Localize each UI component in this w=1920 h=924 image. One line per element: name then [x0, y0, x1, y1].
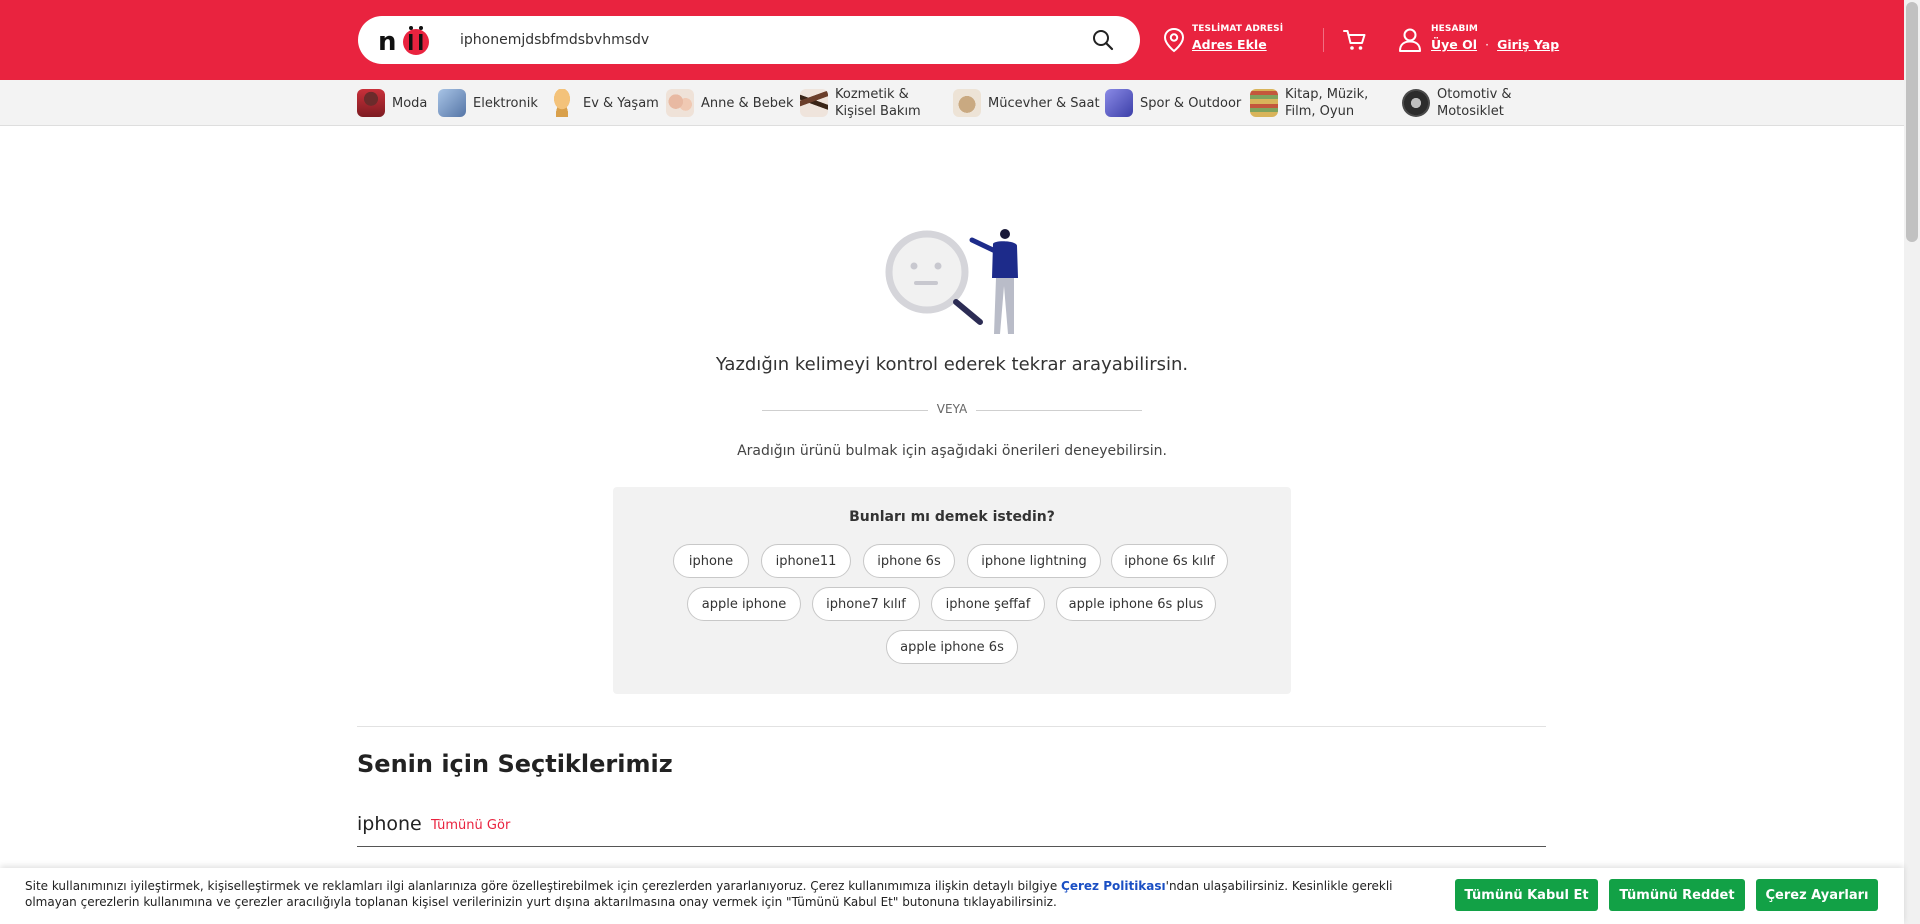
add-address-link[interactable]: Adres Ekle	[1192, 37, 1267, 52]
category-label: Ev & Yaşam	[583, 95, 659, 111]
category-label: Elektronik	[473, 95, 538, 111]
account-separator: ·	[1485, 38, 1489, 52]
category-label: Anne & Bebek	[701, 95, 794, 111]
page: n TESLİMAT ADRESİ Adres Ekle	[0, 0, 1920, 924]
cookie-text-before: Site kullanımınızı iyileştirmek, kişisel…	[25, 879, 1062, 893]
category-nav: Moda Elektronik Ev & Yaşam Anne & Bebek …	[0, 80, 1904, 126]
picks-title: Senin için Seçtiklerimiz	[357, 750, 673, 778]
category-label: Kozmetik & Kişisel Bakım	[835, 87, 921, 119]
svg-text:n: n	[378, 27, 397, 57]
category-anne-bebek[interactable]: Anne & Bebek	[666, 86, 793, 120]
suggestion-chip[interactable]: iphone 6s kılıf	[1111, 544, 1228, 578]
home-lamp-icon	[548, 89, 576, 117]
fashion-icon	[357, 89, 385, 117]
cart-icon[interactable]	[1343, 28, 1367, 52]
suggestion-hint: Aradığın ürünü bulmak için aşağıdaki öne…	[737, 443, 1167, 459]
cookie-banner: Site kullanımınızı iyileştirmek, kişisel…	[0, 868, 1904, 924]
delivery-text: TESLİMAT ADRESİ Adres Ekle	[1192, 24, 1283, 53]
picks-subtitle: iphone	[357, 813, 422, 835]
suggestion-chip[interactable]: iphone 6s	[863, 544, 955, 578]
cookie-settings-button[interactable]: Çerez Ayarları	[1756, 879, 1878, 911]
sports-icon	[1105, 89, 1133, 117]
suggestions-title: Bunları mı demek istedin?	[849, 509, 1055, 525]
accept-all-button[interactable]: Tümünü Kabul Et	[1455, 879, 1598, 911]
no-results-illustration	[885, 229, 1018, 334]
electronics-icon	[438, 89, 466, 117]
cookie-policy-link[interactable]: Çerez Politikası	[1061, 879, 1166, 893]
suggestions-panel: Bunları mı demek istedin? iphone iphone1…	[613, 487, 1291, 694]
category-label: Spor & Outdoor	[1140, 95, 1242, 111]
signup-link[interactable]: Üye Ol	[1431, 37, 1477, 52]
category-spor-outdoor[interactable]: Spor & Outdoor	[1105, 86, 1241, 120]
delivery-label: TESLİMAT ADRESİ	[1192, 24, 1284, 34]
no-results-message: Yazdığın kelimeyi kontrol ederek tekrar …	[715, 354, 1189, 375]
jewelry-icon	[953, 89, 981, 117]
category-label: Otomotiv & Motosiklet	[1437, 87, 1512, 119]
suggestion-chip[interactable]: iphone7 kılıf	[812, 587, 920, 621]
search-input[interactable]	[460, 25, 1060, 55]
wheel-icon	[1402, 89, 1430, 117]
section-divider	[357, 726, 1546, 727]
suggestion-chip[interactable]: apple iphone 6s	[886, 630, 1018, 664]
location-pin-icon	[1163, 27, 1185, 53]
scrollbar-thumb[interactable]	[1906, 2, 1918, 242]
category-kitap-muzik[interactable]: Kitap, Müzik, Film, Oyun	[1250, 86, 1368, 120]
see-all-link[interactable]: Tümünü Gör	[431, 818, 510, 833]
or-divider-right	[976, 410, 1142, 411]
account-text: HESABIM Üye Ol · Giriş Yap	[1431, 24, 1559, 53]
header-divider	[1323, 28, 1324, 52]
cookie-text: Site kullanımınızı iyileştirmek, kişisel…	[25, 878, 1435, 910]
subsection-divider	[357, 846, 1546, 847]
cosmetics-brush-icon	[800, 89, 828, 117]
category-elektronik[interactable]: Elektronik	[438, 86, 538, 120]
category-label: Moda	[392, 95, 428, 111]
books-icon	[1250, 89, 1278, 117]
n11-logo[interactable]: n	[378, 22, 436, 58]
category-label: Mücevher & Saat	[988, 95, 1100, 111]
or-divider-left	[762, 410, 928, 411]
suggestion-chip[interactable]: iphone11	[761, 544, 851, 578]
category-mucevher-saat[interactable]: Mücevher & Saat	[953, 86, 1100, 120]
login-link[interactable]: Giriş Yap	[1497, 37, 1559, 52]
category-kozmetik[interactable]: Kozmetik & Kişisel Bakım	[800, 86, 921, 120]
category-moda[interactable]: Moda	[357, 86, 427, 120]
reject-all-button[interactable]: Tümünü Reddet	[1609, 879, 1745, 911]
or-label: VEYA	[936, 402, 968, 416]
suggestion-chip[interactable]: apple iphone 6s plus	[1056, 587, 1216, 621]
search-box[interactable]: n	[358, 16, 1140, 64]
search-icon[interactable]	[1092, 29, 1114, 51]
user-icon	[1399, 28, 1421, 52]
category-otomotiv[interactable]: Otomotiv & Motosiklet	[1402, 86, 1512, 120]
suggestion-chip[interactable]: iphone şeffaf	[931, 587, 1045, 621]
category-label: Kitap, Müzik, Film, Oyun	[1285, 87, 1369, 119]
top-header: n TESLİMAT ADRESİ Adres Ekle	[0, 0, 1904, 80]
mother-baby-icon	[666, 89, 694, 117]
category-ev-yasam[interactable]: Ev & Yaşam	[548, 86, 659, 120]
account-label: HESABIM	[1431, 24, 1478, 34]
suggestion-chip[interactable]: iphone lightning	[967, 544, 1101, 578]
suggestion-chip[interactable]: apple iphone	[687, 587, 801, 621]
suggestion-chip[interactable]: iphone	[673, 544, 749, 578]
